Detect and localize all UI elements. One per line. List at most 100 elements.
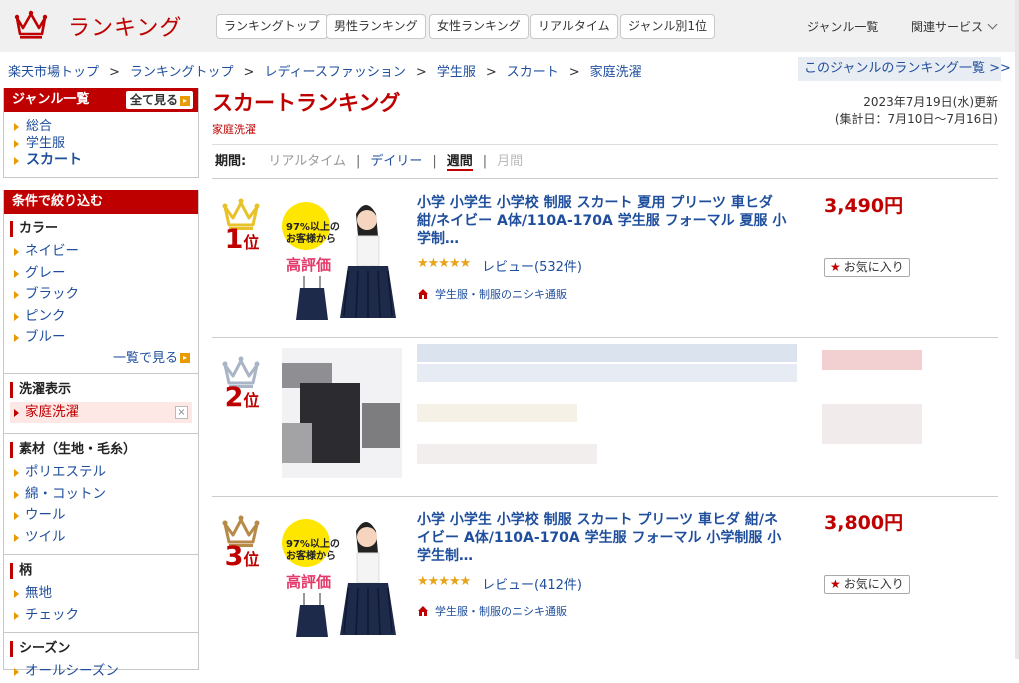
filter-color-pink[interactable]: ピンク — [4, 306, 198, 328]
filter-section-pattern: 柄 無地 チェック — [4, 554, 198, 626]
rank-unit: 位 — [243, 550, 260, 569]
filter-material-polyester[interactable]: ポリエステル — [4, 462, 198, 484]
top-header: ランキング ランキングトップ 男性ランキング 女性ランキング リアルタイム ジャ… — [0, 0, 1019, 52]
ranking-logo-link[interactable]: ランキング — [68, 10, 182, 42]
product-price: 3,800円 — [824, 512, 904, 534]
rank-value: 2 — [224, 382, 244, 413]
badge-line2: お客様から — [286, 234, 336, 245]
badge-text: 97%以上の お客様から 高評価 — [286, 539, 340, 593]
see-all-button[interactable]: 全て見る ▸ — [125, 91, 193, 109]
nav-ranking-top[interactable]: ランキングトップ — [216, 14, 328, 39]
nav-genre-top1[interactable]: ジャンル別1位 — [620, 14, 716, 39]
show-list-link[interactable]: 一覧で見る ▸ — [4, 349, 198, 369]
breadcrumb-home-wash[interactable]: 家庭洗濯 — [590, 65, 642, 80]
breadcrumb-separator: > — [109, 65, 120, 80]
nav-realtime[interactable]: リアルタイム — [530, 14, 618, 39]
tab-daily[interactable]: デイリー — [370, 154, 422, 169]
product-title-link[interactable]: 小学 小学生 小学校 制服 スカート プリーツ 車ヒダ 紺/ネイビー A体/11… — [417, 511, 787, 565]
related-services-menu[interactable]: 関連サービス — [911, 18, 998, 35]
ranking-item-2: 2位 — [212, 338, 998, 497]
breadcrumb-rakuten-top[interactable]: 楽天市場トップ — [8, 65, 99, 80]
filter-color-black[interactable]: ブラック — [4, 284, 198, 306]
nav-women-ranking[interactable]: 女性ランキング — [429, 14, 529, 39]
shop-link[interactable]: 学生服・制服のニシキ通販 — [417, 286, 567, 302]
shop-icon — [418, 606, 428, 616]
shop-name: 学生服・制服のニシキ通販 — [435, 288, 567, 301]
tab-separator: | — [355, 154, 361, 169]
filter-season-all[interactable]: オールシーズン — [4, 661, 198, 683]
filter-color-blue[interactable]: ブルー — [4, 327, 198, 349]
genre-list-box: ジャンル一覧 全て見る ▸ 総合 学生服 スカート — [3, 88, 199, 178]
breadcrumb-separator: > — [243, 65, 255, 80]
rank-number: 2位 — [212, 382, 272, 413]
rank-number: 3位 — [212, 541, 272, 572]
favorite-label: お気に入り — [843, 577, 904, 591]
filter-material-twill[interactable]: ツイル — [4, 527, 198, 549]
arrow-right-icon: ▸ — [180, 95, 190, 106]
filter-title-wash: 洗濯表示 — [10, 381, 198, 398]
filter-pattern-plain[interactable]: 無地 — [4, 583, 198, 605]
tab-weekly[interactable]: 週間 — [446, 154, 473, 171]
review-link[interactable]: レビュー(532件) — [482, 256, 582, 275]
genre-ranking-list-link[interactable]: このジャンルのランキング一覧 >> — [798, 57, 1011, 81]
show-list-label: 一覧で見る — [112, 350, 178, 366]
shop-name: 学生服・制服のニシキ通販 — [435, 605, 567, 618]
aggregation-range: (集計日：7月10日〜7月16日) — [834, 112, 998, 126]
filter-title-season: シーズン — [10, 641, 198, 657]
rank-value: 3 — [224, 541, 244, 572]
badge-line3: 高評価 — [286, 573, 332, 591]
tab-separator: | — [432, 154, 437, 169]
breadcrumb-separator: > — [415, 65, 427, 80]
filter-pattern-check[interactable]: チェック — [4, 605, 198, 627]
favorite-button[interactable]: ★ お気に入り — [824, 575, 910, 594]
genre-list-link[interactable]: ジャンル一覧 — [807, 18, 878, 35]
rank-unit: 位 — [243, 391, 260, 410]
breadcrumb-separator: > — [568, 65, 580, 80]
nav-men-ranking[interactable]: 男性ランキング — [326, 14, 426, 39]
clear-filter-icon[interactable]: × — [175, 405, 188, 419]
page-title: スカートランキング — [212, 91, 401, 115]
shop-icon — [418, 289, 428, 299]
filter-wash-home-active[interactable]: 家庭洗濯 × — [10, 401, 192, 423]
ranking-item-3: 3位 97%以上の お客様から 高評価 小学 小学生 小学校 制服 スカート プ… — [212, 497, 998, 659]
filter-section-color: カラー ネイビー グレー ブラック ピンク ブルー 一覧で見る ▸ — [4, 221, 198, 369]
genre-item-skirt[interactable]: スカート — [4, 152, 198, 169]
breadcrumb-separator: > — [485, 65, 497, 80]
filter-material-cotton[interactable]: 綿・コットン — [4, 484, 198, 506]
filter-color-gray[interactable]: グレー — [4, 263, 198, 285]
star-icon: ★ — [830, 577, 841, 591]
filter-material-wool[interactable]: ウール — [4, 505, 198, 527]
breadcrumb-ladies-fashion[interactable]: レディースファッション — [264, 65, 405, 80]
genre-item-school-uniform[interactable]: 学生服 — [4, 135, 198, 152]
crown-logo-icon[interactable] — [14, 8, 48, 40]
tab-realtime[interactable]: リアルタイム — [268, 154, 346, 169]
favorite-label: お気に入り — [843, 260, 904, 274]
product-image[interactable]: 97%以上の お客様から 高評価 — [278, 196, 406, 324]
breadcrumb-skirt[interactable]: スカート — [507, 65, 559, 80]
filter-color-navy[interactable]: ネイビー — [4, 241, 198, 263]
rating-stars-icon: ★★★★★ — [417, 256, 471, 271]
filter-header: 条件で絞り込む — [4, 190, 198, 214]
breadcrumb-school-uniform[interactable]: 学生服 — [437, 65, 476, 80]
shop-link[interactable]: 学生服・制服のニシキ通販 — [417, 603, 567, 619]
tab-separator: | — [482, 154, 488, 169]
genre-item-all[interactable]: 総合 — [4, 118, 198, 135]
filter-section-material: 素材（生地・毛糸） ポリエステル 綿・コットン ウール ツイル — [4, 433, 198, 548]
product-image[interactable]: 97%以上の お客様から 高評価 — [278, 513, 406, 641]
product-title-link[interactable]: 小学 小学生 小学校 制服 スカート 夏用 プリーツ 車ヒダ 紺/ネイビー A体… — [417, 194, 787, 248]
filter-box: 条件で絞り込む カラー ネイビー グレー ブラック ピンク ブルー 一覧で見る ▸… — [3, 190, 199, 679]
review-link[interactable]: レビュー(412件) — [482, 574, 582, 593]
filter-title-color: カラー — [10, 221, 198, 237]
star-icon: ★ — [830, 260, 841, 274]
favorite-button[interactable]: ★ お気に入り — [824, 258, 910, 277]
breadcrumb-ranking-top[interactable]: ランキングトップ — [130, 65, 234, 80]
filter-wash-home-label: 家庭洗濯 — [25, 403, 79, 420]
badge-line1: 97%以上の — [286, 539, 340, 550]
page-subtitle: 家庭洗濯 — [212, 123, 256, 136]
product-price: 3,490円 — [824, 195, 904, 217]
badge-line2: お客様から — [286, 551, 336, 562]
scrollbar[interactable] — [1015, 0, 1019, 659]
chevron-down-icon — [987, 19, 998, 30]
rank-value: 1 — [224, 224, 244, 255]
see-all-label: 全て見る — [129, 93, 178, 107]
